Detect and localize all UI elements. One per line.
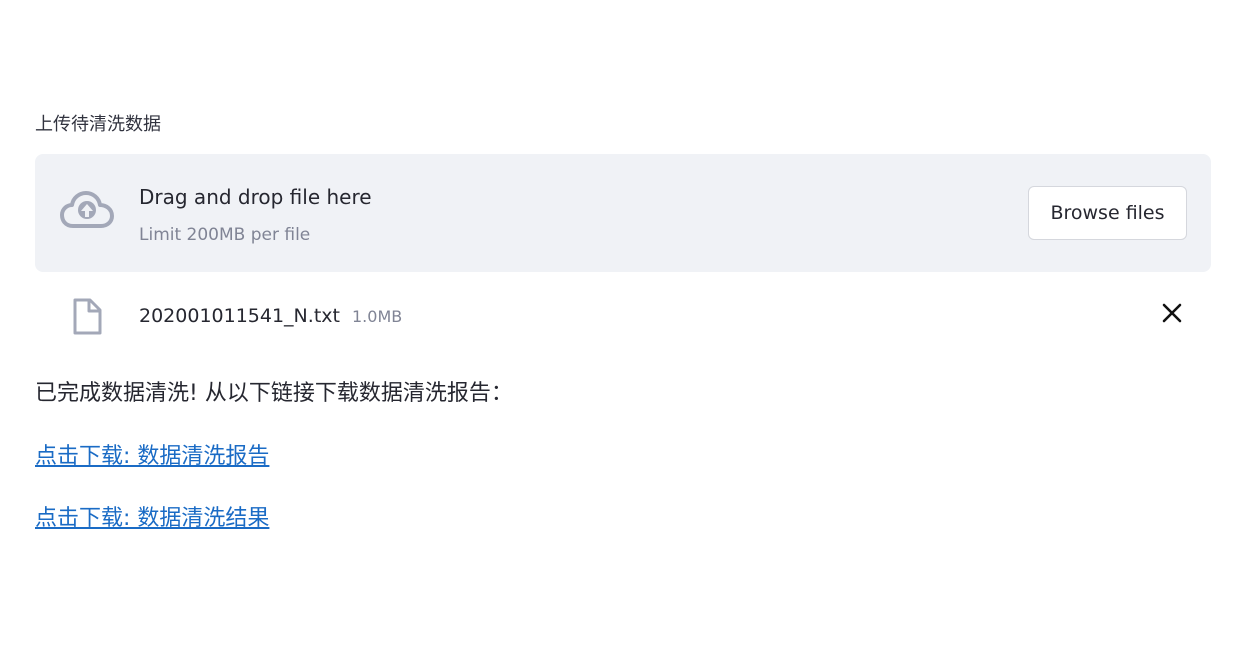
close-icon bbox=[1162, 303, 1182, 327]
dropzone-title: Drag and drop file here bbox=[139, 185, 372, 209]
remove-file-button[interactable] bbox=[1157, 300, 1187, 330]
uploader-label: 上传待清洗数据 bbox=[35, 114, 161, 135]
page: 上传待清洗数据 Drag and drop file here Limit 20… bbox=[0, 0, 1235, 657]
browse-files-button[interactable]: Browse files bbox=[1028, 186, 1187, 240]
dropzone-limit-text: Limit 200MB per file bbox=[139, 225, 311, 245]
uploaded-file-row: 202001011541_N.txt 1.0MB bbox=[35, 292, 1211, 342]
download-result-link[interactable]: 点击下载: 数据清洗结果 bbox=[35, 503, 269, 535]
cleaning-complete-message: 已完成数据清洗! 从以下链接下载数据清洗报告： bbox=[35, 381, 513, 406]
cloud-upload-icon bbox=[59, 188, 115, 236]
file-icon bbox=[71, 298, 103, 336]
uploaded-file-size: 1.0MB bbox=[352, 307, 403, 326]
file-dropzone[interactable]: Drag and drop file here Limit 200MB per … bbox=[35, 154, 1211, 272]
download-report-link[interactable]: 点击下载: 数据清洗报告 bbox=[35, 441, 269, 473]
uploaded-file-name: 202001011541_N.txt bbox=[139, 305, 340, 327]
